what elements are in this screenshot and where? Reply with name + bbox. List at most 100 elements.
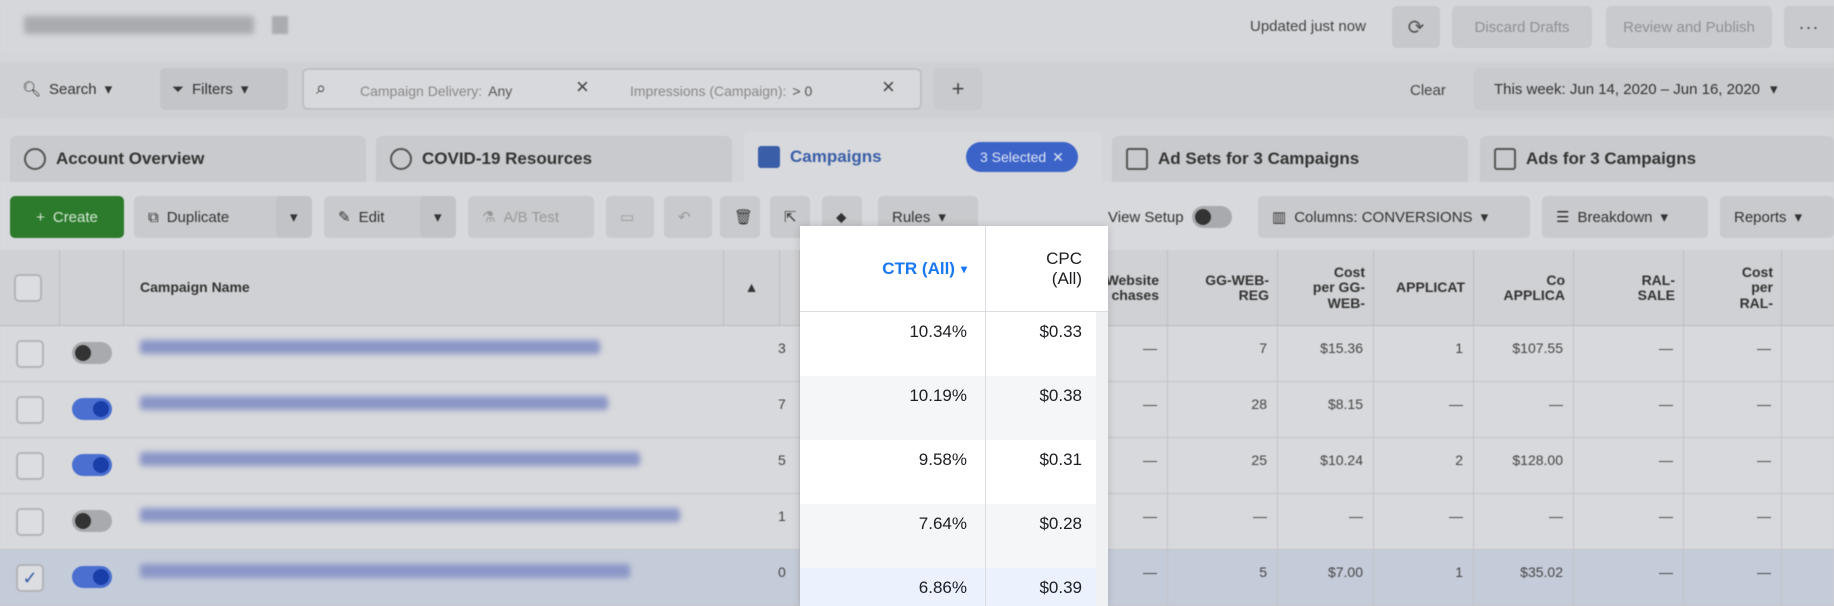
campaign-status-toggle[interactable]: [72, 342, 112, 364]
header-ral-sale[interactable]: RAL- SALE: [1574, 250, 1684, 326]
add-filter-button[interactable]: +: [934, 68, 982, 110]
tab-ads[interactable]: Ads for 3 Campaigns: [1480, 136, 1834, 182]
filter-chip-impressions[interactable]: Impressions (Campaign): > 0: [630, 80, 812, 102]
chevron-down-icon: ▾: [1794, 209, 1803, 226]
row-checkbox[interactable]: [16, 508, 44, 536]
filter-chips-input[interactable]: ⌕ Campaign Delivery: Any × Impressions (…: [302, 68, 922, 110]
row-checkbox[interactable]: [16, 396, 44, 424]
campaign-name-blurred[interactable]: [140, 508, 680, 522]
campaign-name-blurred[interactable]: [140, 396, 608, 410]
panel-row[interactable]: 10.34% $0.33: [800, 312, 1108, 376]
search-dropdown-button[interactable]: 🔍︎ Search ▾: [10, 68, 144, 110]
toggle-switch[interactable]: [1191, 206, 1232, 228]
top-bar: Updated just now ⟳ Discard Drafts Review…: [0, 0, 1834, 54]
row-checkbox[interactable]: [16, 340, 44, 368]
account-icon: [272, 16, 288, 34]
header-warning[interactable]: ▲: [724, 250, 780, 326]
header-campaign-name[interactable]: Campaign Name: [124, 250, 724, 326]
row-checkbox[interactable]: ✓: [16, 564, 44, 592]
close-icon[interactable]: ×: [882, 74, 895, 100]
campaign-status-toggle[interactable]: [72, 398, 112, 420]
tag-icon: ⬥: [836, 208, 847, 226]
panel-row[interactable]: 6.86% $0.39: [800, 568, 1108, 606]
table-cell-cost-gg: —: [1278, 494, 1374, 550]
header-cost-applica[interactable]: Co APPLICA: [1474, 250, 1574, 326]
tab-covid-resources[interactable]: COVID-19 Resources: [376, 136, 732, 182]
sort-desc-icon: ▾: [960, 262, 967, 276]
trash-icon: 🗑︎: [734, 209, 754, 226]
account-name-blurred[interactable]: [24, 16, 254, 34]
delete-button[interactable]: 🗑︎: [720, 196, 760, 238]
refresh-icon: ⟳: [1407, 16, 1425, 39]
partial-cell: 1: [776, 494, 800, 550]
view-setup-toggle[interactable]: View Setup: [1100, 196, 1250, 238]
panel-row[interactable]: 10.19% $0.38: [800, 376, 1108, 440]
create-button[interactable]: + Create: [10, 196, 124, 238]
breakdown-label: Breakdown: [1577, 208, 1653, 226]
undo-button[interactable]: ↶: [664, 196, 712, 238]
selected-badge[interactable]: 3 Selected ✕: [966, 142, 1078, 172]
header-website-purchases[interactable]: Website chases: [1106, 250, 1168, 326]
header-cost-ral[interactable]: Cost per RAL-: [1684, 250, 1782, 326]
table-cell-app: —: [1374, 494, 1474, 550]
chevron-down-icon: ▾: [1770, 81, 1778, 98]
table-cell-purch: —: [1108, 550, 1168, 606]
filter-chip-delivery[interactable]: Campaign Delivery: Any: [360, 80, 512, 102]
chip-value: > 0: [792, 83, 813, 99]
close-icon[interactable]: ×: [576, 74, 589, 100]
tab-account-overview[interactable]: Account Overview: [10, 136, 366, 182]
header-cpc-all[interactable]: CPC (All): [986, 226, 1096, 312]
account-icon: [24, 148, 46, 170]
plus-icon: +: [951, 76, 965, 101]
breakdown-button[interactable]: ☰ Breakdown ▾: [1542, 196, 1708, 238]
campaign-status-toggle[interactable]: [72, 454, 112, 476]
header-applicat[interactable]: APPLICAT: [1374, 250, 1474, 326]
panel-row[interactable]: 9.58% $0.31: [800, 440, 1108, 504]
reports-button[interactable]: Reports ▾: [1720, 196, 1834, 238]
campaign-name-blurred[interactable]: [140, 564, 630, 578]
duplicate-dropdown[interactable]: ▾: [276, 196, 312, 238]
partial-cell: 7: [776, 382, 800, 438]
table-cell-purch: —: [1108, 326, 1168, 382]
chip-label: Impressions (Campaign):: [630, 83, 787, 99]
campaign-name-blurred[interactable]: [140, 340, 600, 354]
chevron-down-icon: ▾: [434, 209, 442, 226]
row-checkbox[interactable]: [16, 452, 44, 480]
refresh-button[interactable]: ⟳: [1392, 6, 1440, 48]
search-label: Search: [49, 80, 97, 98]
table-cell-gg: —: [1168, 494, 1278, 550]
select-all-checkbox[interactable]: [14, 274, 42, 302]
header-gg-web-reg[interactable]: GG-WEB- REG: [1168, 250, 1278, 326]
table-cell-gg: 25: [1168, 438, 1278, 494]
campaign-status-toggle[interactable]: [72, 566, 112, 588]
campaign-status-toggle[interactable]: [72, 510, 112, 532]
columns-button[interactable]: ▥ Columns: CONVERSIONS ▾: [1258, 196, 1530, 238]
header-ctr-all[interactable]: CTR (All) ▾: [800, 226, 986, 312]
partial-cell: 5: [776, 438, 800, 494]
create-label: Create: [52, 208, 98, 226]
table-cell-cost-gg: $8.15: [1278, 382, 1374, 438]
close-icon[interactable]: ✕: [1052, 149, 1064, 166]
ab-test-button[interactable]: ⚗ A/B Test: [468, 196, 594, 238]
archive-button[interactable]: ▭: [606, 196, 654, 238]
table-cell-ral: —: [1574, 382, 1684, 438]
table-cell-ral: —: [1574, 494, 1684, 550]
chevron-down-icon: ▾: [1660, 209, 1669, 226]
date-range-picker[interactable]: This week: Jun 14, 2020 – Jun 16, 2020 ▾: [1474, 68, 1834, 110]
panel-row[interactable]: 7.64% $0.28: [800, 504, 1108, 568]
clear-filters-link[interactable]: Clear: [1410, 82, 1446, 99]
tab-label: Account Overview: [56, 149, 205, 168]
more-options-button[interactable]: ···: [1784, 6, 1834, 48]
header-cost-gg[interactable]: Cost per GG- WEB-: [1278, 250, 1374, 326]
filters-dropdown-button[interactable]: ⏷ Filters ▾: [160, 68, 288, 110]
ctr-value: 10.19%: [800, 376, 986, 440]
table-cell-cost-app: $35.02: [1474, 550, 1574, 606]
cpc-value: $0.31: [1039, 450, 1082, 469]
campaign-name-blurred[interactable]: [140, 452, 640, 466]
export-icon: ⇱: [784, 209, 797, 226]
discard-drafts-button[interactable]: Discard Drafts: [1452, 6, 1592, 48]
ctr-value: 7.64%: [800, 504, 986, 568]
review-publish-button[interactable]: Review and Publish: [1606, 6, 1772, 48]
tab-ad-sets[interactable]: Ad Sets for 3 Campaigns: [1112, 136, 1468, 182]
edit-dropdown[interactable]: ▾: [420, 196, 456, 238]
